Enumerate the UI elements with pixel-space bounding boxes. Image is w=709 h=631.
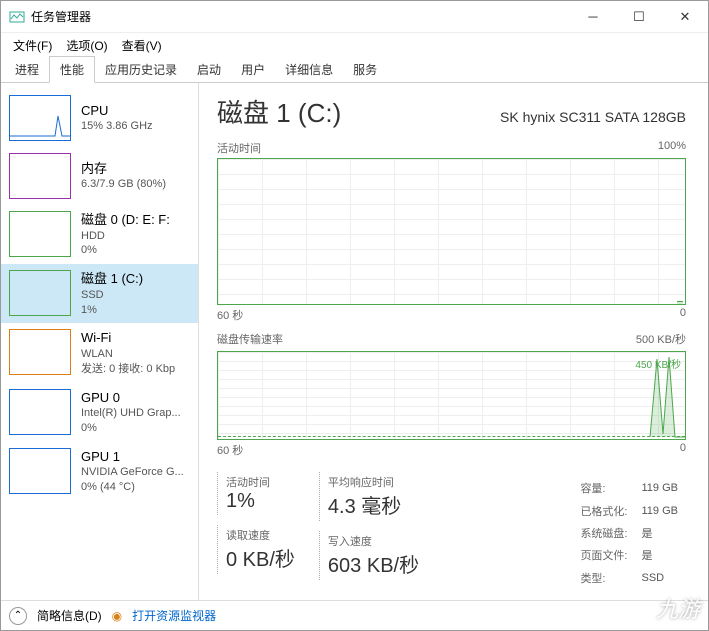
mini-graph bbox=[9, 211, 71, 257]
tab-details[interactable]: 详细信息 bbox=[275, 57, 343, 82]
tab-startup[interactable]: 启动 bbox=[187, 57, 231, 82]
brief-info-link[interactable]: 简略信息(D) bbox=[37, 607, 102, 624]
mini-graph bbox=[9, 95, 71, 141]
tab-performance[interactable]: 性能 bbox=[49, 56, 95, 83]
footer-bar: ⌃ 简略信息(D) ◉ 打开资源监视器 bbox=[1, 600, 708, 630]
menu-bar: 文件(F) 选项(O) 查看(V) bbox=[1, 33, 708, 57]
chart2-label: 磁盘传输速率 bbox=[217, 331, 283, 347]
mini-graph bbox=[9, 448, 71, 494]
stat-read: 读取速度 0 KB/秒 bbox=[217, 525, 319, 574]
transfer-chart: 450 KB/秒 bbox=[217, 351, 686, 440]
mini-graph bbox=[9, 153, 71, 199]
sidebar-item-4[interactable]: Wi-FiWLAN发送: 0 接收: 0 Kbp bbox=[1, 323, 198, 382]
title-bar: 任务管理器 ─ ☐ ✕ bbox=[1, 1, 708, 33]
disk-model: SK hynix SC311 SATA 128GB bbox=[500, 109, 686, 125]
sidebar-item-6[interactable]: GPU 1NVIDIA GeForce G...0% (44 °C) bbox=[1, 442, 198, 501]
sidebar-item-0[interactable]: CPU15% 3.86 GHz bbox=[1, 89, 198, 147]
sidebar: CPU15% 3.86 GHz内存6.3/7.9 GB (80%)磁盘 0 (D… bbox=[1, 83, 199, 600]
tab-services[interactable]: 服务 bbox=[343, 57, 387, 82]
mini-graph bbox=[9, 389, 71, 435]
page-title: 磁盘 1 (C:) bbox=[217, 93, 341, 130]
mini-graph bbox=[9, 270, 71, 316]
tab-bar: 进程 性能 应用历史记录 启动 用户 详细信息 服务 bbox=[1, 57, 708, 83]
tab-users[interactable]: 用户 bbox=[231, 57, 275, 82]
disk-properties: 容量:119 GB 已格式化:119 GB 系统磁盘:是 页面文件:是 类型:S… bbox=[572, 476, 686, 590]
chart2-max: 500 KB/秒 bbox=[636, 331, 686, 347]
stat-active: 活动时间 1% bbox=[217, 472, 319, 515]
sidebar-item-1[interactable]: 内存6.3/7.9 GB (80%) bbox=[1, 147, 198, 205]
maximize-button[interactable]: ☐ bbox=[616, 1, 662, 33]
menu-view[interactable]: 查看(V) bbox=[116, 35, 168, 56]
close-button[interactable]: ✕ bbox=[662, 1, 708, 33]
minimize-button[interactable]: ─ bbox=[570, 1, 616, 33]
sidebar-item-5[interactable]: GPU 0Intel(R) UHD Grap...0% bbox=[1, 383, 198, 442]
tab-history[interactable]: 应用历史记录 bbox=[95, 57, 187, 82]
chart1-label: 活动时间 bbox=[217, 140, 261, 156]
sidebar-item-3[interactable]: 磁盘 1 (C:)SSD1% bbox=[1, 264, 198, 323]
stat-write: 写入速度 603 KB/秒 bbox=[319, 531, 443, 580]
app-icon bbox=[9, 9, 25, 25]
menu-file[interactable]: 文件(F) bbox=[7, 35, 58, 56]
main-panel: 磁盘 1 (C:) SK hynix SC311 SATA 128GB 活动时间… bbox=[199, 83, 708, 600]
activity-chart bbox=[217, 158, 686, 305]
chevron-up-icon[interactable]: ⌃ bbox=[9, 607, 27, 625]
menu-options[interactable]: 选项(O) bbox=[60, 35, 113, 56]
stat-response: 平均响应时间 4.3 毫秒 bbox=[319, 472, 443, 521]
chart1-max: 100% bbox=[658, 140, 686, 156]
sidebar-item-2[interactable]: 磁盘 0 (D: E: F:HDD0% bbox=[1, 205, 198, 264]
resource-monitor-link[interactable]: 打开资源监视器 bbox=[132, 607, 216, 624]
window-title: 任务管理器 bbox=[31, 8, 570, 25]
mini-graph bbox=[9, 329, 71, 375]
tab-processes[interactable]: 进程 bbox=[5, 57, 49, 82]
